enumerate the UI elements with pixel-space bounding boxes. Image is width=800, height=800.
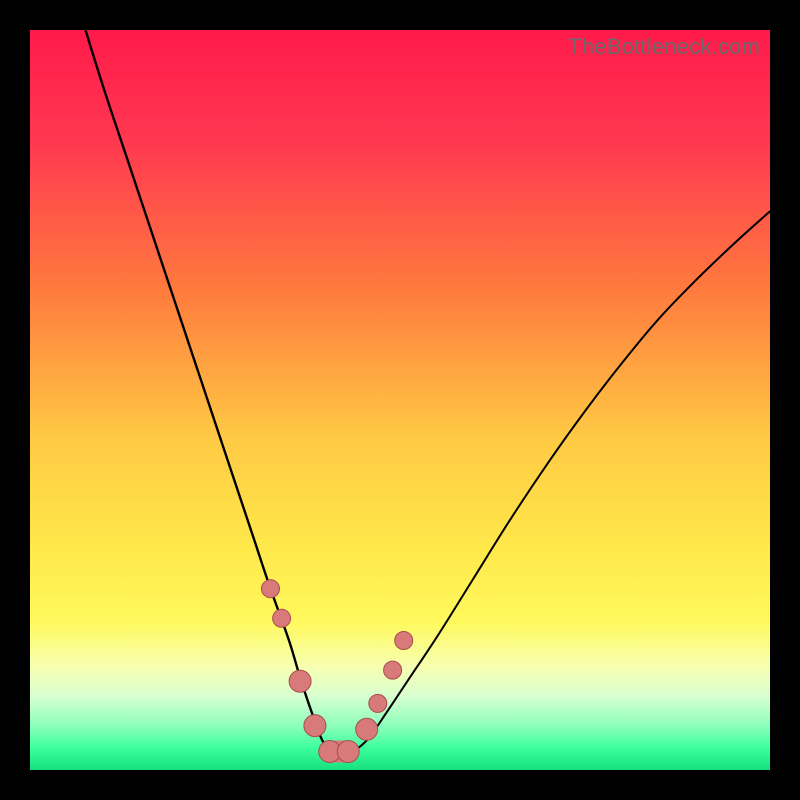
curves-layer — [30, 30, 770, 770]
right-curve — [348, 211, 770, 755]
marker-dot — [356, 718, 378, 740]
watermark-text: TheBottleneck.com — [568, 34, 760, 60]
marker-dot — [273, 609, 291, 627]
marker-dot — [262, 580, 280, 598]
marker-dot — [395, 632, 413, 650]
marker-group — [262, 580, 413, 763]
marker-dot — [369, 694, 387, 712]
marker-dot — [289, 670, 311, 692]
marker-dot — [384, 661, 402, 679]
plot-area: TheBottleneck.com — [30, 30, 770, 770]
marker-dot — [337, 741, 359, 763]
marker-dot — [304, 715, 326, 737]
chart-frame: TheBottleneck.com — [0, 0, 800, 800]
left-curve — [86, 30, 334, 755]
